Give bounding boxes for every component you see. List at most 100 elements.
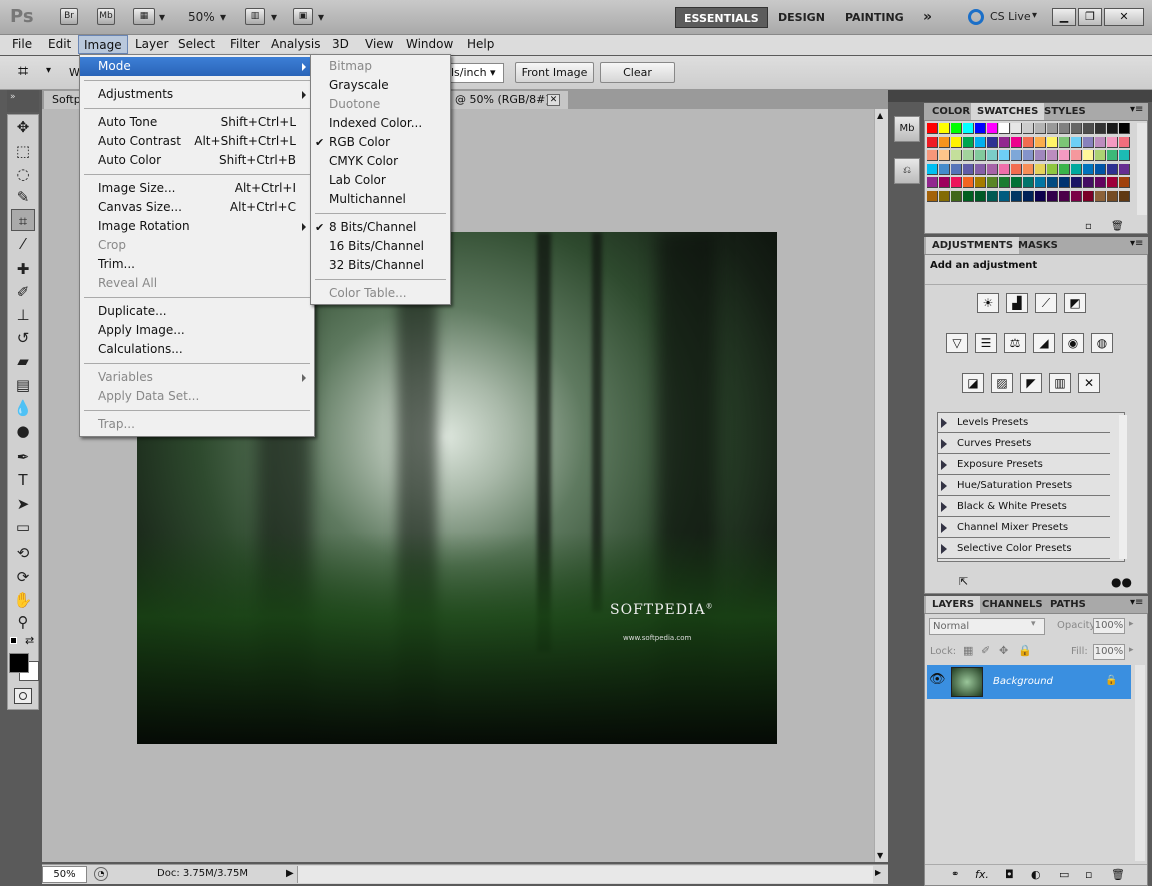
panel-options-icon[interactable]: ●● (1111, 575, 1132, 589)
swatch[interactable] (1035, 163, 1046, 175)
swatch[interactable] (939, 150, 950, 161)
swatch[interactable] (1095, 190, 1106, 202)
gradient-map-icon[interactable]: ▥ (1049, 373, 1071, 393)
curves-icon[interactable]: ⟋ (1035, 293, 1057, 313)
chevron-down-icon[interactable]: ▾ (46, 65, 51, 76)
swatch[interactable] (1059, 123, 1070, 134)
swatch[interactable] (975, 190, 986, 202)
tab-paths[interactable]: PATHS (1044, 596, 1092, 613)
swatch[interactable] (1083, 123, 1094, 134)
brush-tool-icon[interactable]: ✐ (11, 281, 35, 303)
preset-item[interactable]: Hue/Saturation Presets (938, 476, 1110, 496)
menu-item-calculations[interactable]: Calculations... (80, 340, 314, 359)
swatch[interactable] (975, 136, 986, 148)
swatch[interactable] (1047, 190, 1058, 202)
zoom-tool-icon[interactable]: ⚲ (11, 611, 35, 633)
menu-item-cmyk-color[interactable]: CMYK Color (311, 152, 450, 171)
swatch[interactable] (999, 190, 1010, 202)
lock-all-icon[interactable]: 🔒 (1018, 644, 1032, 657)
tab-color[interactable]: COLOR (926, 103, 976, 120)
swatch[interactable] (1119, 123, 1130, 134)
minimize-button[interactable]: ▁ (1052, 8, 1076, 26)
swatch[interactable] (1107, 136, 1118, 148)
close-button[interactable]: ✕ (1104, 8, 1144, 26)
swatch[interactable] (951, 123, 962, 134)
swatch[interactable] (1071, 123, 1082, 134)
new-adjustment-layer-icon[interactable]: ◐ (1031, 868, 1041, 881)
tab-masks[interactable]: MASKS (1012, 237, 1064, 254)
menu-filter[interactable]: Filter (225, 35, 265, 54)
swatch[interactable] (963, 163, 974, 175)
menu-image[interactable]: Image (78, 35, 128, 54)
posterize-icon[interactable]: ▨ (991, 373, 1013, 393)
swatch[interactable] (1035, 136, 1046, 148)
menu-analysis[interactable]: Analysis (266, 35, 325, 54)
expand-triangle-icon[interactable] (941, 439, 947, 449)
invert-icon[interactable]: ◪ (962, 373, 984, 393)
swatch[interactable] (1059, 150, 1070, 161)
clone-stamp-tool-icon[interactable]: ⊥ (11, 304, 35, 326)
swatch[interactable] (1011, 163, 1022, 175)
swatch[interactable] (999, 136, 1010, 148)
threshold-icon[interactable]: ◤ (1020, 373, 1042, 393)
tab-styles[interactable]: STYLES (1038, 103, 1092, 120)
link-layers-icon[interactable]: ⚭ (951, 869, 959, 880)
swatch[interactable] (1095, 136, 1106, 148)
clear-button[interactable]: Clear (600, 62, 675, 83)
layers-scrollbar[interactable] (1135, 665, 1145, 861)
menu-item-trim[interactable]: Trim... (80, 255, 314, 274)
swatch[interactable] (1083, 150, 1094, 161)
swatch[interactable] (1047, 136, 1058, 148)
quick-select-tool-icon[interactable]: ✎ (11, 186, 35, 208)
workspace-essentials[interactable]: ESSENTIALS (675, 7, 768, 28)
swatch[interactable] (927, 136, 938, 148)
swatch[interactable] (975, 177, 986, 188)
swatch[interactable] (939, 163, 950, 175)
menu-help[interactable]: Help (462, 35, 499, 54)
bridge-button[interactable]: Br (60, 8, 78, 25)
type-tool-icon[interactable]: T (11, 469, 35, 491)
swatch[interactable] (1035, 123, 1046, 134)
swatch[interactable] (1107, 190, 1118, 202)
vibrance-icon[interactable]: ▽ (946, 333, 968, 353)
panel-menu-icon[interactable]: ▾≡ (1130, 238, 1143, 249)
pen-tool-icon[interactable]: ✒ (11, 446, 35, 468)
hue-sat-icon[interactable]: ☰ (975, 333, 997, 353)
swatch[interactable] (987, 190, 998, 202)
swatch[interactable] (1047, 163, 1058, 175)
menu-item-multichannel[interactable]: Multichannel (311, 190, 450, 209)
close-tab-icon[interactable]: ✕ (547, 94, 560, 106)
swatch[interactable] (1059, 163, 1070, 175)
swatch[interactable] (1011, 177, 1022, 188)
chevron-down-icon[interactable]: ▾ (220, 10, 226, 24)
path-selection-tool-icon[interactable]: ➤ (11, 493, 35, 515)
tab-swatches[interactable]: SWATCHES (971, 103, 1045, 120)
swatch[interactable] (1119, 163, 1130, 175)
marquee-tool-icon[interactable]: ⬚ (11, 140, 35, 162)
channel-mixer-icon[interactable]: ◍ (1091, 333, 1113, 353)
opacity-field[interactable]: 100% (1093, 618, 1125, 634)
fx-icon[interactable]: fx. (975, 868, 989, 881)
tab-channels[interactable]: CHANNELS (976, 596, 1049, 613)
horizontal-scrollbar[interactable] (297, 866, 873, 883)
tab-layers[interactable]: LAYERS (926, 596, 981, 613)
new-group-icon[interactable]: ▭ (1059, 868, 1069, 881)
swatch[interactable] (1071, 163, 1082, 175)
fill-field[interactable]: 100% (1093, 644, 1125, 660)
swatch[interactable] (987, 163, 998, 175)
preset-item[interactable]: Levels Presets (938, 413, 1110, 433)
swatch[interactable] (987, 136, 998, 148)
selective-color-icon[interactable]: ✕ (1078, 373, 1100, 393)
minibridge-button[interactable]: Mb (97, 8, 115, 25)
menu-item-image-rotation[interactable]: Image Rotation (80, 217, 314, 236)
default-colors-icon[interactable] (10, 637, 17, 644)
delete-layer-icon[interactable]: 🗑 (1111, 868, 1125, 881)
swatch[interactable] (927, 163, 938, 175)
swatch[interactable] (939, 136, 950, 148)
expand-triangle-icon[interactable] (941, 523, 947, 533)
swatch[interactable] (999, 163, 1010, 175)
photo-filter-icon[interactable]: ◉ (1062, 333, 1084, 353)
swatch[interactable] (963, 123, 974, 134)
swatch[interactable] (927, 177, 938, 188)
swatch[interactable] (1083, 177, 1094, 188)
